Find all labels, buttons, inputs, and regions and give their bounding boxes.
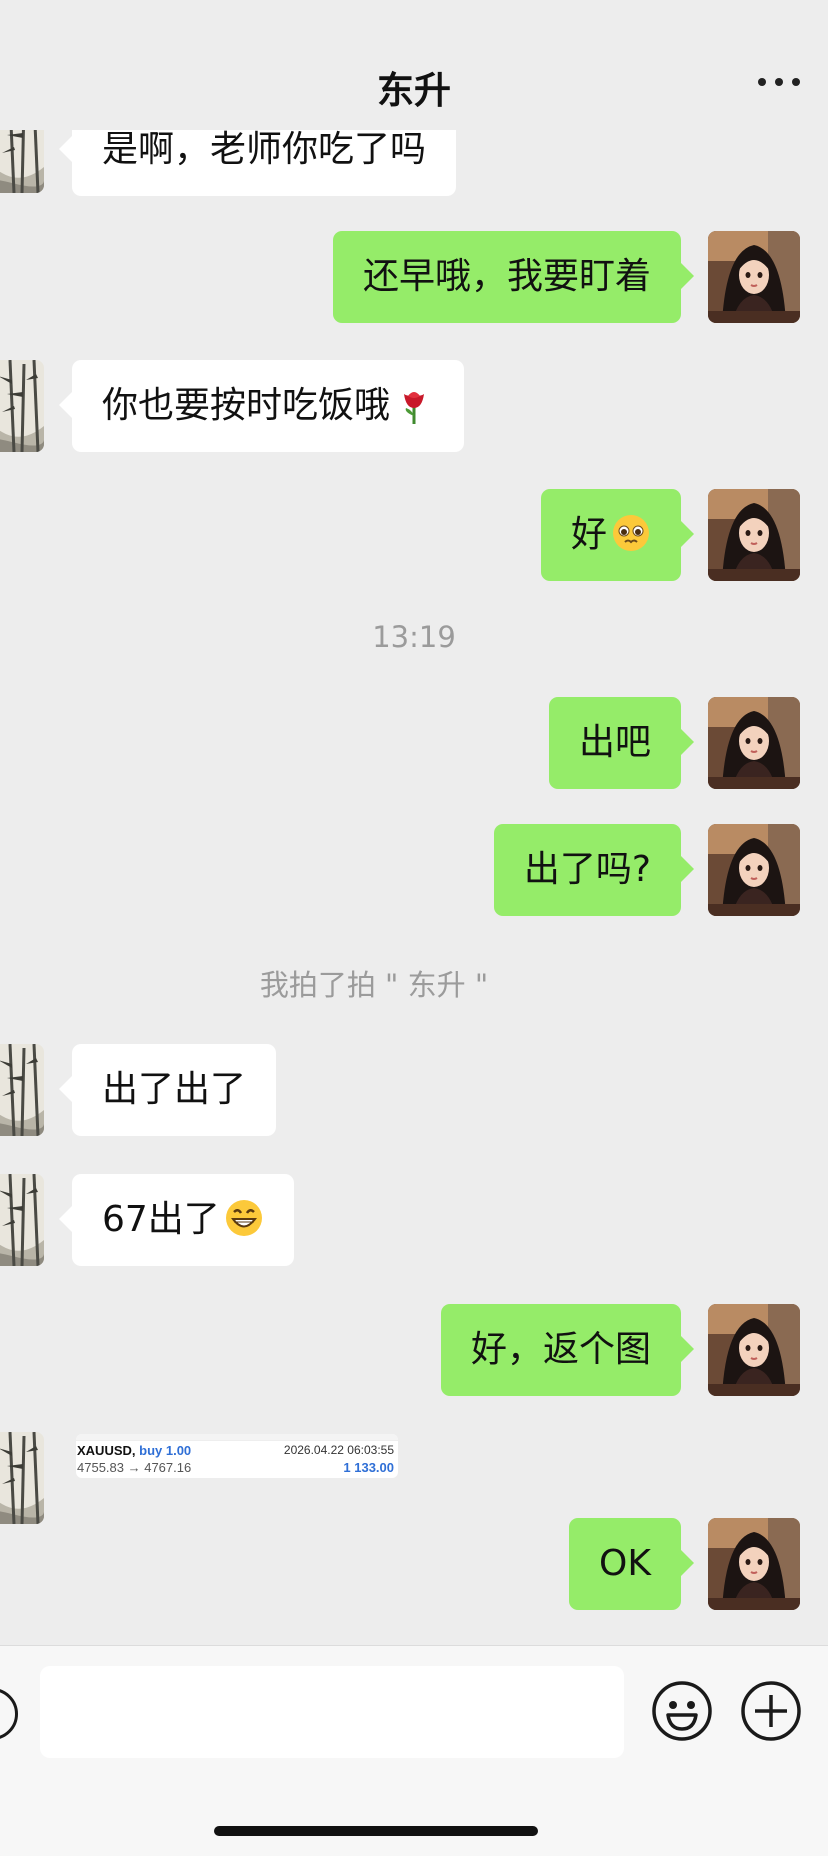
message-bubble-sent[interactable]: 出了吗? <box>493 824 695 916</box>
contact-avatar[interactable] <box>0 1044 44 1136</box>
message-bubble-sent[interactable]: 好，返个图 <box>440 1304 695 1396</box>
message-bubble-sent[interactable]: 还早哦，我要盯着 <box>332 231 695 323</box>
message-text: 67出了 <box>102 1199 220 1240</box>
trade-side: buy 1.00 <box>139 1443 192 1458</box>
trade-datetime: 2026.04.22 06:03:55 <box>283 1443 394 1457</box>
rose-emoji <box>394 384 434 424</box>
voice-input-icon[interactable] <box>0 1688 18 1740</box>
my-avatar[interactable] <box>708 697 800 789</box>
emoji-picker-icon[interactable] <box>650 1679 714 1743</box>
message-bubble-received[interactable]: 出了出了 <box>58 1044 277 1136</box>
my-avatar[interactable] <box>708 1518 800 1610</box>
message-text: 出吧 <box>578 722 651 763</box>
contact-avatar-image <box>0 1174 44 1266</box>
timestamp: 13:19 <box>372 620 456 654</box>
my-avatar-image <box>708 231 800 323</box>
input-bar <box>0 1645 828 1856</box>
message-bubble-sent[interactable]: OK <box>569 1518 694 1610</box>
my-avatar-image <box>708 489 800 581</box>
message-text: 出了吗? <box>523 849 651 890</box>
message-bubble-received[interactable]: 67出了 <box>59 1174 294 1266</box>
trade-symbol: XAUUSD, buy 1.00 <box>77 1443 192 1458</box>
trade-profit: 1 133.00 <box>343 1460 394 1475</box>
message-text: 是啊，老师你吃了吗 <box>102 129 427 170</box>
message-text: OK <box>599 1543 651 1584</box>
message-text: 还早哦，我要盯着 <box>362 256 651 297</box>
message-input[interactable] <box>40 1666 624 1758</box>
chat-header: 东升 <box>0 0 828 130</box>
message-bubble-sent[interactable]: 好 <box>540 489 695 581</box>
contact-avatar[interactable] <box>0 360 44 452</box>
contact-avatar[interactable] <box>0 1432 44 1524</box>
chat-area[interactable]: 是啊，老师你吃了吗 还早哦，我要盯着 你也要按时吃饭哦 好 13:19 出吧 出… <box>0 0 828 1645</box>
trade-screenshot-image[interactable]: XAUUSD, buy 1.00 2026.04.22 06:03:55 475… <box>76 1434 398 1478</box>
system-message: 我拍了拍 " 东升 " <box>259 968 489 1002</box>
contact-avatar-image <box>0 360 44 452</box>
home-indicator[interactable] <box>214 1826 538 1836</box>
message-text: 好 <box>570 514 607 555</box>
my-avatar-image <box>708 697 800 789</box>
message-text: 出了出了 <box>102 1069 247 1110</box>
my-avatar[interactable] <box>708 1304 800 1396</box>
my-avatar[interactable] <box>708 489 800 581</box>
my-avatar[interactable] <box>708 824 800 916</box>
grinning-face-emoji <box>224 1198 264 1238</box>
my-avatar-image <box>708 1304 800 1396</box>
trade-prices: 4755.83 → 4767.16 <box>77 1460 192 1475</box>
contact-avatar[interactable] <box>0 1174 44 1266</box>
pleading-face-emoji <box>611 513 651 553</box>
message-text: 你也要按时吃饭哦 <box>102 385 391 426</box>
more-options-icon[interactable] <box>758 78 800 86</box>
message-bubble-received[interactable]: 你也要按时吃饭哦 <box>58 360 465 452</box>
my-avatar-image <box>708 824 800 916</box>
more-functions-plus-icon[interactable] <box>739 1679 803 1743</box>
my-avatar[interactable] <box>708 231 800 323</box>
message-text: 好，返个图 <box>470 1329 651 1370</box>
chat-title: 东升 <box>377 69 451 112</box>
message-bubble-sent[interactable]: 出吧 <box>548 697 695 789</box>
cropped-row <box>76 1434 398 1441</box>
contact-avatar-image <box>0 1044 44 1136</box>
my-avatar-image <box>708 1518 800 1610</box>
contact-avatar-image <box>0 1432 44 1524</box>
